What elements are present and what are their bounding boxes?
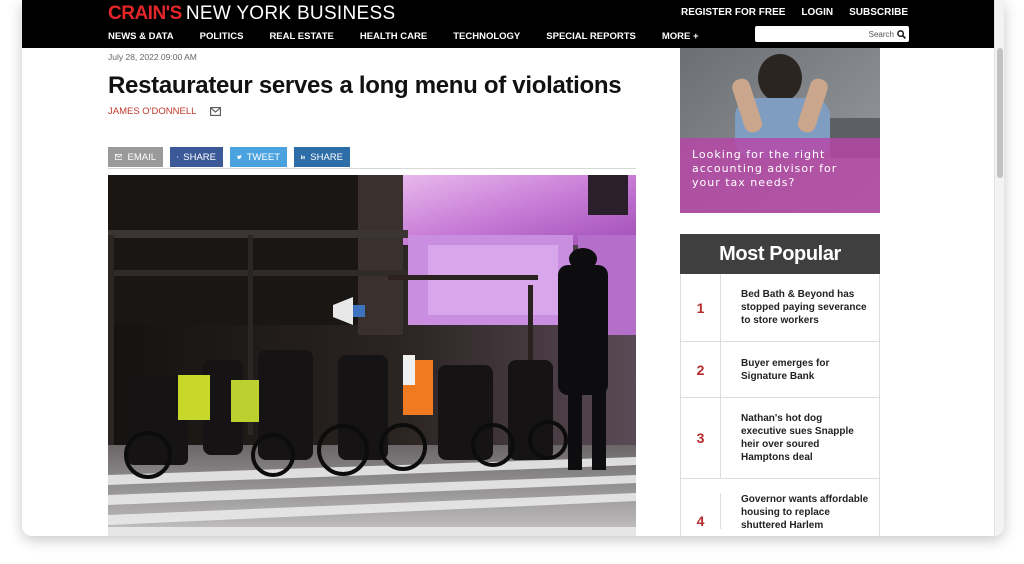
site-logo[interactable]: CRAIN'S NEW YORK BUSINESS <box>108 4 395 25</box>
popular-headline[interactable]: Bed Bath & Beyond has stopped paying sev… <box>721 274 879 341</box>
subscribe-link[interactable]: SUBSCRIBE <box>849 7 908 18</box>
ad-copy: Looking for the right accounting advisor… <box>692 148 838 189</box>
popular-headline[interactable]: Nathan's hot dog executive sues Snapple … <box>721 398 879 478</box>
photo-caption-area <box>108 527 636 536</box>
share-linkedin-label: SHARE <box>310 151 343 163</box>
main-nav: NEWS & DATA POLITICS REAL ESTATE HEALTH … <box>108 31 725 42</box>
account-links: REGISTER FOR FREE LOGIN SUBSCRIBE <box>681 7 908 18</box>
search-icon[interactable] <box>897 29 906 39</box>
facebook-icon <box>177 156 179 159</box>
popular-item[interactable]: 1 Bed Bath & Beyond has stopped paying s… <box>681 274 879 342</box>
nav-special-reports[interactable]: SPECIAL REPORTS <box>546 31 636 42</box>
most-popular-heading: Most Popular <box>680 234 880 274</box>
nav-real-estate[interactable]: REAL ESTATE <box>269 31 333 42</box>
share-twitter-button[interactable]: TWEET <box>230 147 287 167</box>
most-popular-list: 1 Bed Bath & Beyond has stopped paying s… <box>680 274 880 536</box>
advertisement[interactable]: Looking for the right accounting advisor… <box>680 48 880 213</box>
popular-item[interactable]: 2 Buyer emerges for Signature Bank <box>681 342 879 398</box>
share-email-button[interactable]: EMAIL <box>108 147 163 167</box>
nav-news-data[interactable]: NEWS & DATA <box>108 31 174 42</box>
article-photo[interactable] <box>108 175 636 527</box>
share-linkedin-button[interactable]: SHARE <box>294 147 350 167</box>
search-input[interactable] <box>774 29 894 39</box>
scrollbar-thumb[interactable] <box>997 48 1003 178</box>
site-header: CRAIN'S NEW YORK BUSINESS REGISTER FOR FR… <box>22 0 994 48</box>
byline: JAMES O'DONNELL <box>108 106 222 117</box>
article-dateline: July 28, 2022 09:00 AM <box>108 52 197 62</box>
popular-item[interactable]: 3 Nathan's hot dog executive sues Snappl… <box>681 398 879 479</box>
share-facebook-label: SHARE <box>183 151 216 163</box>
browser-window: CRAIN'S NEW YORK BUSINESS REGISTER FOR FR… <box>22 0 1004 536</box>
share-divider <box>108 168 636 169</box>
search-box <box>755 26 909 42</box>
most-popular: Most Popular 1 Bed Bath & Beyond has sto… <box>680 234 880 536</box>
linkedin-icon <box>301 154 306 160</box>
author-link[interactable]: JAMES O'DONNELL <box>108 106 196 117</box>
register-link[interactable]: REGISTER FOR FREE <box>681 7 785 18</box>
share-facebook-button[interactable]: SHARE <box>170 147 223 167</box>
share-twitter-label: TWEET <box>246 151 280 163</box>
nav-politics[interactable]: POLITICS <box>200 31 244 42</box>
logo-brand: CRAIN'S <box>108 3 182 24</box>
share-email-label: EMAIL <box>127 151 156 163</box>
email-author-icon[interactable] <box>210 107 222 116</box>
article-headline: Restaurateur serves a long menu of viola… <box>108 72 622 99</box>
popular-headline[interactable]: Governor wants affordable housing to rep… <box>721 493 879 532</box>
popular-item[interactable]: 4 Governor wants affordable housing to r… <box>681 479 879 536</box>
twitter-icon <box>237 155 242 159</box>
popular-rank: 2 <box>681 342 721 397</box>
logo-name: NEW YORK BUSINESS <box>185 3 396 24</box>
envelope-icon <box>115 154 123 160</box>
login-link[interactable]: LOGIN <box>801 7 833 18</box>
popular-rank: 4 <box>681 493 721 529</box>
page-scrollbar[interactable] <box>994 0 1004 536</box>
nav-health-care[interactable]: HEALTH CARE <box>360 31 427 42</box>
popular-rank: 1 <box>681 274 721 341</box>
popular-rank: 3 <box>681 398 721 478</box>
share-bar: EMAIL SHARE TWEET SHARE <box>108 147 350 167</box>
nav-technology[interactable]: TECHNOLOGY <box>453 31 520 42</box>
popular-headline[interactable]: Buyer emerges for Signature Bank <box>721 342 879 397</box>
nav-more[interactable]: MORE + <box>662 31 699 42</box>
